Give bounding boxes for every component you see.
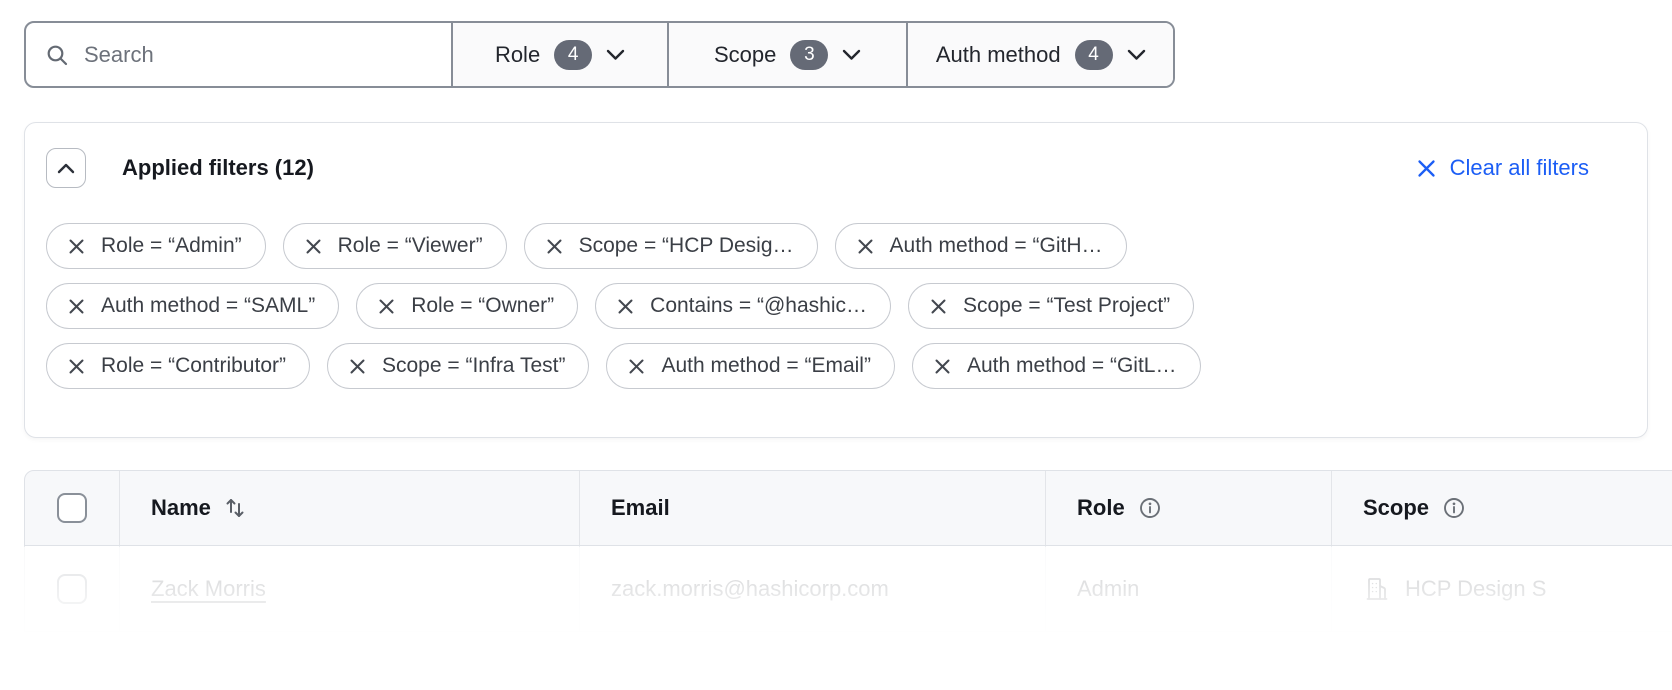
- filter-tag: Auth method = “GitL…: [912, 343, 1201, 389]
- row-checkbox[interactable]: [57, 574, 87, 604]
- table-row: Zack Morris zack.morris@hashicorp.com Ad…: [24, 546, 1672, 632]
- remove-filter-icon[interactable]: [67, 357, 86, 376]
- table-header-row: Name Email Role: [24, 470, 1672, 546]
- filter-tag-label: Role = “Viewer”: [338, 234, 483, 258]
- filter-tag-label: Scope = “HCP Desig…: [579, 234, 794, 258]
- filter-tag-label: Auth method = “GitL…: [967, 354, 1177, 378]
- remove-filter-icon[interactable]: [377, 297, 396, 316]
- name-cell: Zack Morris: [119, 546, 579, 631]
- chevron-down-icon: [842, 49, 861, 61]
- user-name-link[interactable]: Zack Morris: [151, 576, 266, 602]
- column-label: Name: [151, 495, 211, 521]
- remove-filter-icon[interactable]: [627, 357, 646, 376]
- applied-filters-title: Applied filters (12): [122, 155, 314, 181]
- filter-tag-label: Auth method = “GitH…: [890, 234, 1103, 258]
- user-email: zack.morris@hashicorp.com: [611, 576, 889, 602]
- filter-tag: Scope = “HCP Desig…: [524, 223, 818, 269]
- role-dropdown-label: Role: [495, 42, 540, 68]
- column-header-scope: Scope: [1331, 471, 1672, 545]
- scope-count-badge: 3: [790, 40, 828, 70]
- filter-tag: Contains = “@hashic…: [595, 283, 891, 329]
- row-select-cell: [25, 546, 119, 631]
- filter-toolbar: Role 4 Scope 3 Auth method 4: [24, 21, 1175, 88]
- remove-filter-icon[interactable]: [67, 297, 86, 316]
- filter-tag: Auth method = “Email”: [606, 343, 895, 389]
- org-building-icon: [1363, 575, 1391, 603]
- info-icon[interactable]: [1442, 496, 1466, 520]
- users-table: Name Email Role: [24, 470, 1672, 632]
- scope-cell: HCP Design S: [1331, 546, 1672, 631]
- filter-tag: Scope = “Test Project”: [908, 283, 1194, 329]
- role-count-badge: 4: [554, 40, 592, 70]
- remove-filter-icon[interactable]: [67, 237, 86, 256]
- filter-tag-label: Scope = “Test Project”: [963, 294, 1170, 318]
- clear-all-filters-label: Clear all filters: [1450, 155, 1589, 181]
- column-header-email: Email: [579, 471, 1045, 545]
- filter-tag: Role = “Owner”: [356, 283, 578, 329]
- remove-filter-icon[interactable]: [616, 297, 635, 316]
- column-label: Role: [1077, 495, 1125, 521]
- clear-all-filters-button[interactable]: Clear all filters: [1416, 155, 1589, 181]
- remove-filter-icon[interactable]: [304, 237, 323, 256]
- filter-tag-label: Auth method = “SAML”: [101, 294, 315, 318]
- filter-tag-label: Role = “Admin”: [101, 234, 242, 258]
- filter-tag-label: Auth method = “Email”: [661, 354, 871, 378]
- role-cell: Admin: [1045, 546, 1331, 631]
- user-scope: HCP Design S: [1405, 576, 1546, 602]
- chevron-up-icon: [57, 163, 75, 174]
- column-label: Scope: [1363, 495, 1429, 521]
- remove-filter-icon[interactable]: [545, 237, 564, 256]
- remove-filter-icon[interactable]: [929, 297, 948, 316]
- column-header-role: Role: [1045, 471, 1331, 545]
- auth-method-dropdown-label: Auth method: [936, 42, 1061, 68]
- applied-filters-panel: Applied filters (12) Clear all filters R…: [24, 122, 1648, 438]
- remove-filter-icon[interactable]: [348, 357, 367, 376]
- sort-arrows-icon[interactable]: [224, 496, 246, 520]
- close-icon: [1416, 158, 1437, 179]
- filter-tag: Scope = “Infra Test”: [327, 343, 589, 389]
- user-role: Admin: [1077, 576, 1139, 602]
- tag-row: Auth method = “SAML” Role = “Owner” Cont…: [46, 283, 1201, 329]
- filter-tag: Role = “Contributor”: [46, 343, 310, 389]
- scope-filter-dropdown[interactable]: Scope 3: [667, 23, 907, 86]
- user-filter-screen: Role 4 Scope 3 Auth method 4: [0, 0, 1672, 690]
- column-label: Email: [611, 495, 670, 521]
- chevron-down-icon: [1127, 49, 1146, 61]
- search-icon: [45, 43, 69, 67]
- select-all-checkbox[interactable]: [57, 493, 87, 523]
- auth-method-filter-dropdown[interactable]: Auth method 4: [906, 23, 1173, 86]
- role-filter-dropdown[interactable]: Role 4: [451, 23, 667, 86]
- filter-tag: Auth method = “SAML”: [46, 283, 339, 329]
- tag-row: Role = “Contributor” Scope = “Infra Test…: [46, 343, 1201, 389]
- chevron-down-icon: [606, 49, 625, 61]
- auth-method-count-badge: 4: [1075, 40, 1113, 70]
- applied-filters-header: Applied filters (12) Clear all filters: [46, 148, 1589, 188]
- remove-filter-icon[interactable]: [933, 357, 952, 376]
- tag-row: Role = “Admin” Role = “Viewer” Scope = “…: [46, 223, 1201, 269]
- search-field: [26, 23, 451, 86]
- filter-tag: Role = “Viewer”: [283, 223, 507, 269]
- email-cell: zack.morris@hashicorp.com: [579, 546, 1045, 631]
- remove-filter-icon[interactable]: [856, 237, 875, 256]
- filter-tag-label: Scope = “Infra Test”: [382, 354, 565, 378]
- filter-tag-label: Contains = “@hashic…: [650, 294, 867, 318]
- search-input[interactable]: [84, 42, 432, 68]
- info-icon[interactable]: [1138, 496, 1162, 520]
- select-all-cell: [25, 471, 119, 545]
- applied-filter-tags: Role = “Admin” Role = “Viewer” Scope = “…: [46, 223, 1201, 389]
- scope-dropdown-label: Scope: [714, 42, 776, 68]
- column-header-name[interactable]: Name: [119, 471, 579, 545]
- filter-tag-label: Role = “Contributor”: [101, 354, 286, 378]
- collapse-filters-button[interactable]: [46, 148, 86, 188]
- filter-tag-label: Role = “Owner”: [411, 294, 554, 318]
- filter-tag: Auth method = “GitH…: [835, 223, 1127, 269]
- filter-tag: Role = “Admin”: [46, 223, 266, 269]
